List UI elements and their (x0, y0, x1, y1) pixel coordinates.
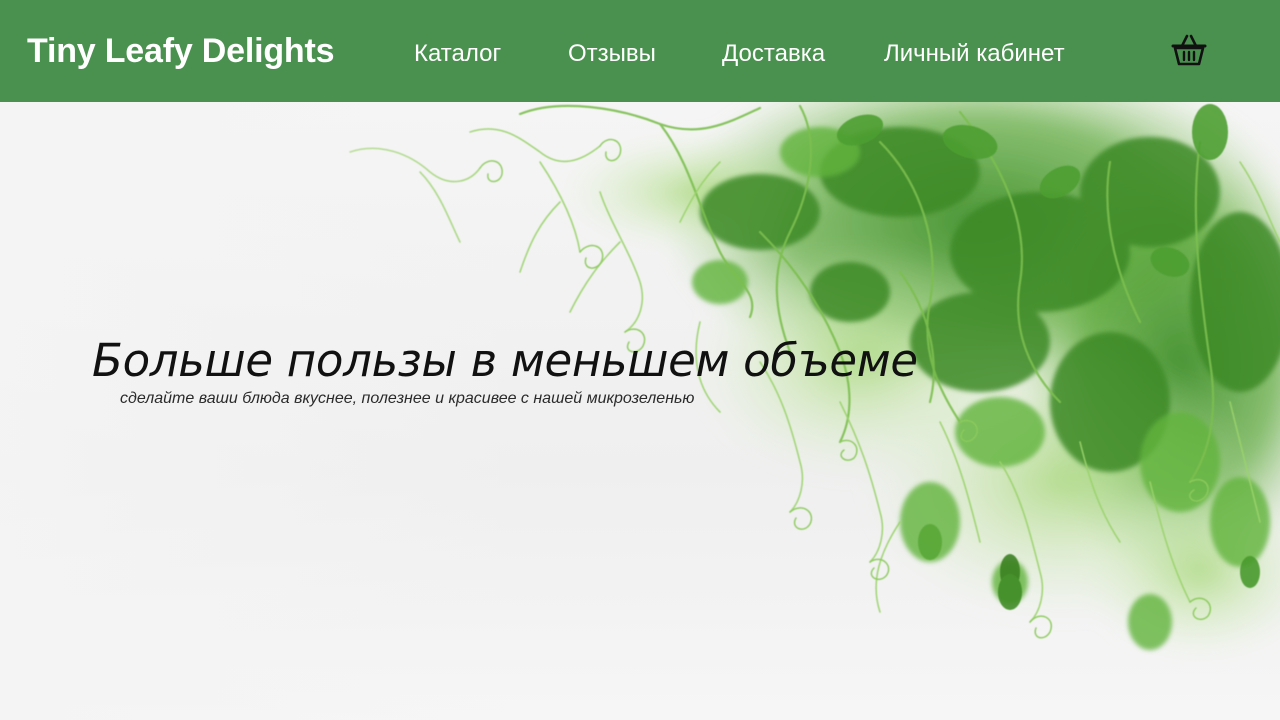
nav-link-reviews[interactable]: Отзывы (568, 40, 656, 68)
basket-icon[interactable] (1170, 32, 1208, 68)
nav-link-catalog[interactable]: Каталог (414, 40, 501, 68)
nav-link-account[interactable]: Личный кабинет (884, 40, 1065, 68)
nav-link-delivery[interactable]: Доставка (722, 40, 825, 68)
page: Tiny Leafy Delights Каталог Отзывы Доста… (0, 0, 1280, 720)
hero-title: Больше пользы в меньшем объеме (92, 334, 918, 387)
hero-section: Больше пользы в меньшем объеме сделайте … (0, 102, 1280, 720)
site-logo[interactable]: Tiny Leafy Delights (27, 30, 335, 72)
hero-subtitle: сделайте ваши блюда вкуснее, полезнее и … (120, 390, 695, 407)
top-navbar: Tiny Leafy Delights Каталог Отзывы Доста… (0, 0, 1280, 102)
pea-microgreens-photo (0, 102, 1280, 720)
